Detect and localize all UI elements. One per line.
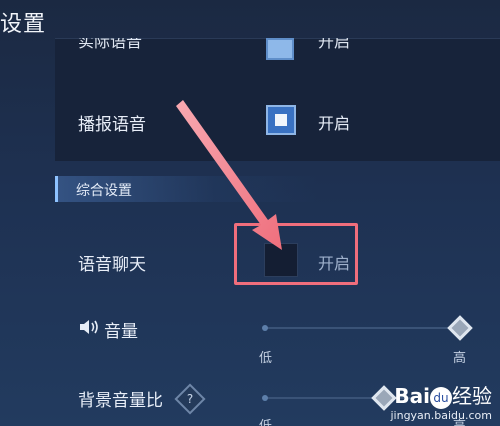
- baidu-paw-icon: du: [430, 387, 452, 409]
- watermark-url: jingyan.baidu.com: [390, 409, 492, 422]
- annotation-arrow: [176, 100, 282, 250]
- baidu-watermark: Bai du 经验 jingyan.baidu.com: [390, 380, 492, 423]
- watermark-brand-suffix: 经验: [452, 383, 492, 408]
- watermark-brand: Bai: [394, 383, 430, 408]
